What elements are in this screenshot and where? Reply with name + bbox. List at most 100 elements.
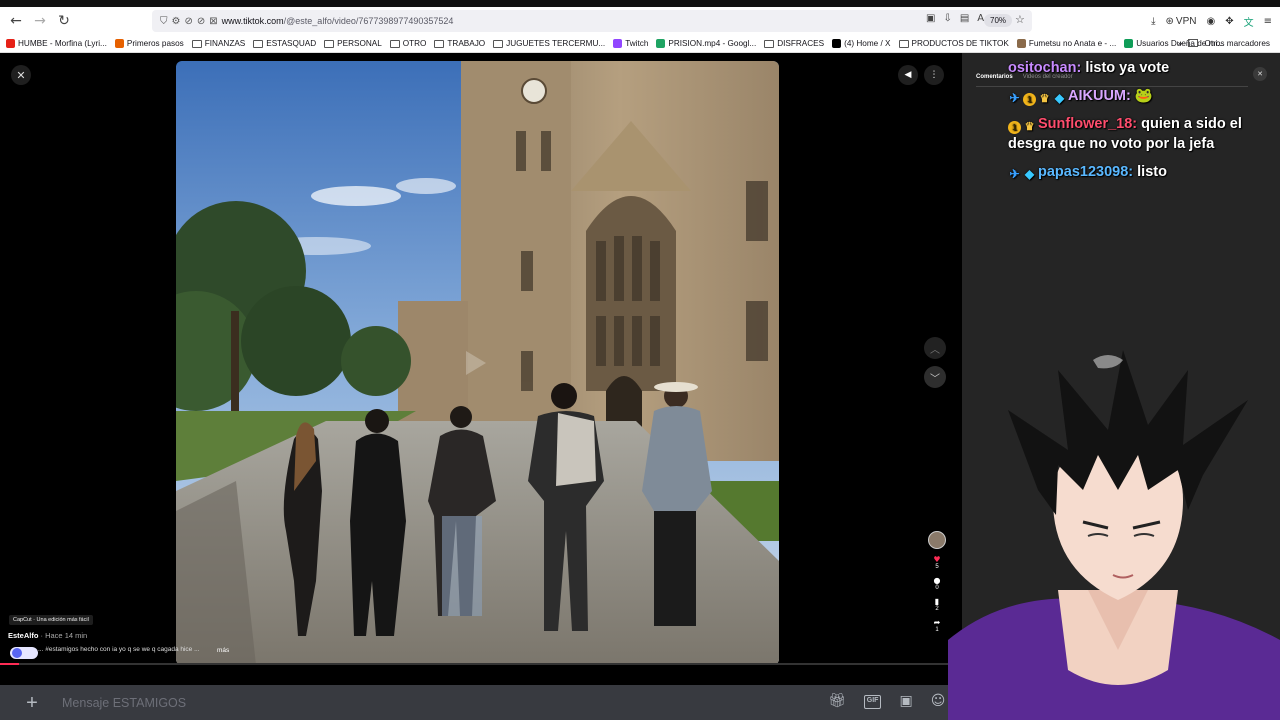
folder-icon bbox=[898, 39, 909, 48]
author-line[interactable]: EsteAlfo · Hace 14 min bbox=[8, 631, 87, 640]
streamer-avatar-overlay bbox=[948, 340, 1280, 720]
heart-icon: ♥ bbox=[933, 555, 941, 564]
translate-extension-icon[interactable]: 文 bbox=[1244, 14, 1254, 29]
chat-message: ✈ 1 ♛ ◆ AIKUUM: 🐸 bbox=[1008, 86, 1278, 106]
video-player[interactable] bbox=[176, 61, 779, 665]
video-viewer: ✕ ◀ ⋮ ︿ ﹀ ♥ 5 ● 0 ▮ 2 ➦ 1 CapCut · Una e… bbox=[0, 53, 962, 720]
creator-avatar[interactable] bbox=[928, 531, 946, 549]
crown-badge-icon: ♛ bbox=[1024, 121, 1035, 133]
bookmark-item[interactable]: Primeros pasos bbox=[114, 39, 184, 48]
message-input[interactable]: Mensaje ESTAMIGOS bbox=[62, 696, 186, 710]
menu-icon[interactable]: ≡ bbox=[1264, 16, 1272, 27]
extensions-icon[interactable]: ✥ bbox=[1225, 16, 1233, 27]
vpn-button[interactable]: ⊛ VPN bbox=[1166, 16, 1197, 27]
capcut-tag[interactable]: CapCut · Una edición más fácil bbox=[9, 615, 93, 625]
downloads-icon[interactable]: ⤓ bbox=[1151, 16, 1155, 27]
bookmark-label: FINANZAS bbox=[204, 39, 246, 48]
notification-blocked-icon[interactable]: ⊠ bbox=[209, 16, 217, 27]
video-progress-fill bbox=[0, 663, 20, 665]
bookmark-item[interactable]: Twitch bbox=[613, 39, 648, 48]
folder-icon bbox=[764, 39, 775, 48]
x-icon bbox=[832, 39, 842, 48]
bookmark-label: Fumetsu no Anata e - ... bbox=[1028, 39, 1117, 48]
bookmark-item[interactable]: (4) Home / X bbox=[832, 39, 891, 48]
bookmark-item[interactable]: Fumetsu no Anata e - ... bbox=[1016, 39, 1117, 48]
camera-blocked-icon[interactable]: ⊘ bbox=[184, 16, 192, 27]
youtube-icon bbox=[6, 39, 15, 48]
bookmark-label: PRISION.mp4 - Googl... bbox=[668, 39, 757, 48]
gift-icon[interactable]: 🎁︎ bbox=[828, 693, 846, 709]
save-count: 2 bbox=[935, 606, 939, 612]
twitch-icon bbox=[613, 39, 623, 48]
picture-icon[interactable]: ▣ bbox=[926, 13, 935, 24]
more-description-link[interactable]: más bbox=[217, 647, 229, 654]
sticker-icon[interactable]: ▣ bbox=[899, 693, 912, 709]
zoom-level[interactable]: 70% bbox=[984, 14, 1013, 27]
comment-button[interactable]: ● 0 bbox=[934, 576, 941, 591]
sheets-icon bbox=[1124, 39, 1134, 48]
next-video-button[interactable]: ﹀ bbox=[924, 366, 946, 388]
video-actions: ♥ 5 ● 0 ▮ 2 ➦ 1 bbox=[926, 531, 948, 633]
share-button[interactable]: ➦ 1 bbox=[934, 618, 941, 633]
shield-icon: ⛉ bbox=[160, 15, 168, 27]
bookmark-icon: ▮ bbox=[934, 597, 940, 606]
close-video-button[interactable]: ✕ bbox=[11, 65, 31, 85]
bookmark-item[interactable]: FINANZAS bbox=[191, 39, 246, 48]
more-options-button[interactable]: ⋮ bbox=[924, 65, 944, 85]
bookmark-item[interactable]: PRISION.mp4 - Googl... bbox=[656, 39, 756, 48]
reload-button[interactable]: ↻ bbox=[52, 9, 76, 33]
chat-message: ositochan: listo ya vote bbox=[1008, 58, 1278, 78]
post-time: · Hace 14 min bbox=[40, 631, 88, 640]
comment-icon: ● bbox=[933, 576, 941, 585]
mute-button[interactable]: ◀ bbox=[898, 65, 918, 85]
bookmark-item[interactable]: JUGUETES TERCERMU... bbox=[493, 39, 605, 48]
bookmark-item[interactable]: HUMBE - Morfina (Lyri... bbox=[6, 39, 107, 48]
browser-toolbar: ← → ↻ ⛉ ⚙ ⊘ ⊘ ⊠ www.tiktok.com/@este_alf… bbox=[0, 7, 1280, 35]
bookmark-star-icon[interactable]: ☆ bbox=[1015, 13, 1025, 26]
overlay-toggle-pill[interactable] bbox=[10, 647, 38, 659]
previous-video-button[interactable]: ︿ bbox=[924, 337, 946, 359]
like-button[interactable]: ♥ 5 bbox=[933, 555, 940, 570]
message-composer: + Mensaje ESTAMIGOS 🎁︎ GIF ▣ ☺ bbox=[0, 685, 962, 720]
bookmark-label: HUMBE - Morfina (Lyri... bbox=[18, 39, 107, 48]
bookmark-label: PERSONAL bbox=[337, 39, 382, 48]
share-icon: ➦ bbox=[933, 618, 941, 627]
video-description: ... #estamigos hecho con ia yo q se we q… bbox=[8, 646, 218, 653]
chat-username: ositochan: bbox=[1008, 60, 1082, 76]
add-attachment-button[interactable]: + bbox=[22, 693, 42, 713]
bookmark-label: Primeros pasos bbox=[126, 39, 184, 48]
url-domain: www.tiktok.com bbox=[221, 16, 284, 26]
chevron-right-icon[interactable]: » bbox=[1177, 38, 1182, 48]
folder-icon bbox=[493, 39, 504, 48]
sword-badge-icon: ✈ bbox=[1009, 167, 1020, 181]
download-page-icon[interactable]: ⇩ bbox=[943, 13, 951, 24]
bookmark-item[interactable]: OTRO bbox=[389, 39, 427, 48]
mic-blocked-icon[interactable]: ⊘ bbox=[197, 16, 205, 27]
other-bookmarks[interactable]: » Otros marcadores bbox=[1177, 38, 1270, 48]
folder-icon bbox=[191, 39, 202, 48]
bookmark-item[interactable]: TRABAJO bbox=[434, 39, 485, 48]
save-button[interactable]: ▮ 2 bbox=[935, 597, 939, 612]
bookmark-item[interactable]: DISFRACES bbox=[764, 39, 824, 48]
gif-icon[interactable]: GIF bbox=[863, 695, 882, 709]
bookmark-item[interactable]: PRODUCTOS DE TIKTOK bbox=[898, 39, 1009, 48]
toggle-knob bbox=[12, 648, 22, 658]
video-progress-bar[interactable] bbox=[0, 663, 962, 665]
permissions-icon[interactable]: ⚙ bbox=[172, 16, 181, 27]
crown-badge-icon: ♛ bbox=[1039, 93, 1050, 105]
window-top-strip bbox=[0, 0, 1280, 7]
bookmark-item[interactable]: PERSONAL bbox=[324, 39, 382, 48]
author-name[interactable]: EsteAlfo bbox=[8, 631, 38, 640]
back-button[interactable]: ← bbox=[4, 9, 28, 33]
url-path: /@este_alfo/video/7677398977490357524 bbox=[283, 16, 454, 26]
bookmark-item[interactable]: ESTASQUAD bbox=[253, 39, 316, 48]
emoji-icon[interactable]: ☺ bbox=[931, 693, 946, 709]
reader-icon[interactable]: ▤ bbox=[960, 13, 969, 24]
account-icon[interactable]: ◉ bbox=[1206, 16, 1215, 27]
bookmark-label: ESTASQUAD bbox=[266, 39, 317, 48]
forward-button[interactable]: → bbox=[28, 9, 52, 33]
bookmark-label: OTRO bbox=[402, 39, 427, 48]
url-bar[interactable]: ⛉ ⚙ ⊘ ⊘ ⊠ www.tiktok.com/@este_alfo/vide… bbox=[152, 10, 1032, 32]
folder-icon bbox=[324, 39, 335, 48]
firefox-icon bbox=[114, 39, 124, 48]
